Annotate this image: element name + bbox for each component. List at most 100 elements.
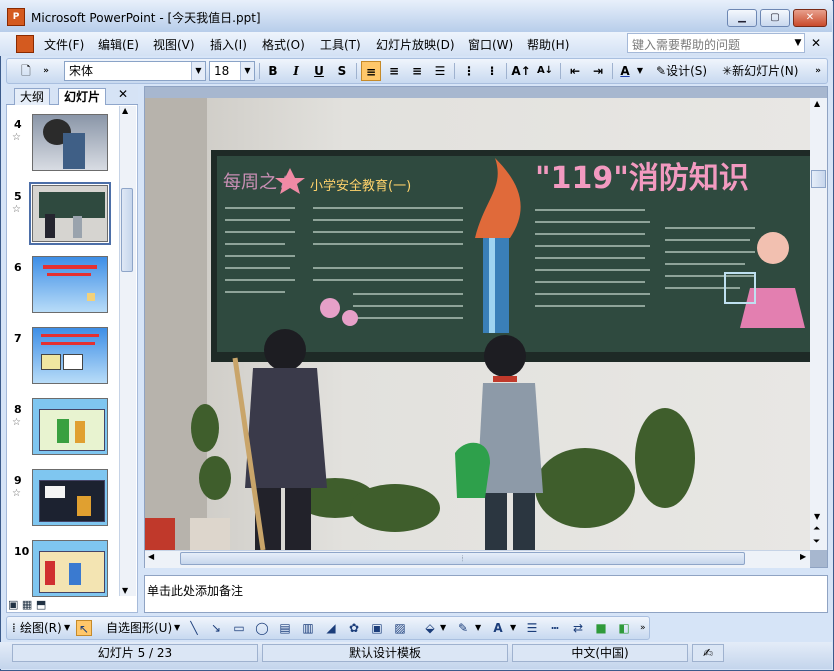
menu-format[interactable]: 格式(O) [262,36,305,53]
design-button[interactable]: ✎设计(S) [656,62,707,80]
slide-thumbnail-5[interactable] [29,182,111,245]
pane-close-icon[interactable]: ✕ [118,87,128,101]
slides-pane-scroll-thumb[interactable] [121,188,133,272]
status-design-template[interactable]: 默认设计模板 [262,644,508,662]
scroll-up-icon[interactable]: ▲ [814,99,820,108]
line-style-icon[interactable]: ☰ [524,620,540,636]
font-color-button[interactable]: A [615,61,635,81]
toolbar-options-icon[interactable]: » [40,61,52,81]
tab-outline[interactable]: 大纲 [14,88,51,105]
normal-view-icon[interactable]: ▣ [8,598,18,611]
chevron-down-icon[interactable]: ▼ [191,62,205,80]
menu-file[interactable]: 文件(F) [44,36,84,53]
align-right-button[interactable]: ≡ [407,61,427,81]
align-left-button[interactable]: ≡ [361,61,381,81]
fill-color-icon[interactable]: ⬙ [422,620,438,636]
distribute-button[interactable]: ☰ [430,61,450,81]
scroll-left-icon[interactable]: ◀ [148,552,154,561]
slide-sorter-view-icon[interactable]: ▦ [22,598,32,611]
scroll-down-icon[interactable]: ▼ [814,512,820,521]
document-close-icon[interactable]: ✕ [811,36,821,50]
scroll-down-icon[interactable]: ▼ [122,586,128,595]
scroll-up-icon[interactable]: ▲ [122,106,128,115]
align-center-button[interactable]: ≡ [384,61,404,81]
menu-edit[interactable]: 编辑(E) [98,36,139,53]
autoshapes-button[interactable]: 自选图形(U) [106,620,172,636]
line-icon[interactable]: ╲ [186,620,202,636]
decrease-font-icon[interactable]: A↓ [535,61,555,81]
oval-icon[interactable]: ◯ [254,620,270,636]
diagram-icon[interactable]: ✿ [346,620,362,636]
draw-menu-button[interactable]: 绘图(R) [20,620,62,636]
slide-thumbnail-8[interactable] [32,398,108,455]
slide-thumbnail-10[interactable] [32,540,108,597]
slide-vertical-scroll-thumb[interactable] [811,170,826,188]
tab-slides[interactable]: 幻灯片 [58,88,107,105]
menu-insert[interactable]: 插入(I) [210,36,247,53]
chevron-down-icon[interactable]: ▼ [792,34,804,52]
increase-font-icon[interactable]: A↑ [511,61,531,81]
wordart-icon[interactable]: ◢ [323,620,339,636]
chevron-down-icon[interactable]: ▼ [440,620,446,636]
slides-pane-scrollbar[interactable] [119,106,136,596]
chevron-down-icon[interactable]: ▼ [64,620,70,636]
textbox-icon[interactable]: ▤ [277,620,293,636]
slideshow-view-icon[interactable]: ⬒ [36,598,46,611]
board-title: "119"消防知识 [535,161,749,196]
clipart-icon[interactable]: ▣ [369,620,385,636]
toolbar-options-icon[interactable]: » [812,61,824,81]
notes-pane[interactable]: 单击此处添加备注 [144,575,828,613]
toolbar-options-icon[interactable]: » [640,620,646,636]
font-color-icon[interactable]: A [490,620,506,636]
chevron-down-icon[interactable]: ▼ [475,620,481,636]
increase-indent-icon[interactable]: ⇥ [588,61,608,81]
close-button[interactable]: ✕ [793,9,827,27]
bold-button[interactable]: B [263,61,283,81]
numbered-list-icon[interactable]: ⋮ [459,61,479,81]
slide-thumbnail-7[interactable] [32,327,108,384]
rectangle-icon[interactable]: ▭ [231,620,247,636]
scroll-right-icon[interactable]: ▶ [800,552,806,561]
underline-button[interactable]: U [309,61,329,81]
select-pointer-icon[interactable]: ↖ [76,620,92,636]
bullet-list-icon[interactable]: ⁝ [482,61,502,81]
chevron-down-icon[interactable]: ▼ [240,62,254,80]
slide-thumbnail-4[interactable] [32,114,108,171]
menu-view[interactable]: 视图(V) [153,36,195,53]
minimize-button[interactable]: ▁ [727,9,757,27]
maximize-button[interactable]: ▢ [760,9,790,27]
arrow-style-icon[interactable]: ⇄ [570,620,586,636]
shadow-button[interactable]: S [332,61,352,81]
italic-button[interactable]: I [286,61,306,81]
menu-help[interactable]: 帮助(H) [527,36,569,53]
previous-slide-icon[interactable]: ⏶ [813,524,820,534]
arrow-icon[interactable]: ↘ [208,620,224,636]
shadow-style-icon[interactable]: ■ [593,620,609,636]
dash-style-icon[interactable]: ┅ [547,620,563,636]
spelling-check-icon[interactable]: ✍ [692,644,724,662]
new-slide-label: 新幻灯片(N) [732,64,799,78]
font-name-select[interactable]: 宋体 ▼ [64,61,206,81]
chevron-down-icon[interactable]: ▼ [634,61,646,81]
document-icon[interactable] [16,35,34,53]
3d-style-icon[interactable]: ◧ [616,620,632,636]
slide-canvas[interactable]: 每周之★ 小学安全教育(一) "119"消防知识 [145,98,810,550]
line-color-icon[interactable]: ✎ [455,620,471,636]
slide-thumbnail-9[interactable] [32,469,108,526]
new-document-icon[interactable]: 🗋 [16,61,36,81]
menu-slideshow[interactable]: 幻灯片放映(D) [376,36,455,53]
decrease-indent-icon[interactable]: ⇤ [565,61,585,81]
new-slide-button[interactable]: ✳新幻灯片(N) [722,62,798,80]
chevron-down-icon[interactable]: ▼ [510,620,516,636]
slide-horizontal-scroll-thumb[interactable]: ⦙ [180,552,745,565]
slide-thumbnail-6[interactable] [32,256,108,313]
picture-icon[interactable]: ▨ [392,620,408,636]
next-slide-icon[interactable]: ⏷ [813,537,820,547]
help-search-input[interactable]: 键入需要帮助的问题 [627,33,805,53]
chevron-down-icon[interactable]: ▼ [174,620,180,636]
menu-tools[interactable]: 工具(T) [320,36,361,53]
font-size-select[interactable]: 18 ▼ [209,61,255,81]
menu-window[interactable]: 窗口(W) [468,36,513,53]
vertical-textbox-icon[interactable]: ▥ [300,620,316,636]
slide-vertical-scrollbar[interactable] [810,98,827,550]
